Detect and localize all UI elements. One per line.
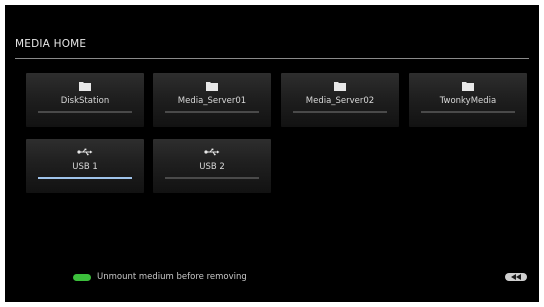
tile-twonkymedia[interactable]: TwonkyMedia bbox=[409, 73, 527, 127]
progress-bar bbox=[38, 111, 132, 113]
rewind-icon[interactable] bbox=[505, 273, 527, 281]
folder-icon bbox=[26, 80, 144, 92]
progress-bar bbox=[165, 177, 259, 179]
title-divider bbox=[15, 58, 529, 59]
folder-icon bbox=[153, 80, 271, 92]
folder-icon bbox=[409, 80, 527, 92]
usb-icon bbox=[153, 146, 271, 158]
media-home-screen: MEDIA HOME DiskStation Media_Server01 Me… bbox=[5, 5, 539, 302]
progress-bar bbox=[165, 111, 259, 113]
progress-bar bbox=[293, 111, 387, 113]
progress-bar bbox=[421, 111, 515, 113]
tile-diskstation[interactable]: DiskStation bbox=[26, 73, 144, 127]
tile-label: Media_Server02 bbox=[305, 96, 375, 106]
tile-usb-1[interactable]: USB 1 bbox=[26, 139, 144, 193]
tile-label: DiskStation bbox=[60, 96, 110, 106]
tile-label: Media_Server01 bbox=[177, 96, 247, 106]
hint-text: Unmount medium before removing bbox=[97, 272, 247, 282]
unmount-hint: Unmount medium before removing bbox=[73, 272, 247, 282]
tile-label: USB 1 bbox=[72, 162, 98, 172]
tile-media-server01[interactable]: Media_Server01 bbox=[153, 73, 271, 127]
folder-icon bbox=[281, 80, 399, 92]
usb-icon bbox=[26, 146, 144, 158]
tile-usb-2[interactable]: USB 2 bbox=[153, 139, 271, 193]
progress-bar bbox=[38, 177, 132, 179]
tile-label: USB 2 bbox=[199, 162, 225, 172]
tile-media-server02[interactable]: Media_Server02 bbox=[281, 73, 399, 127]
green-key-icon[interactable] bbox=[73, 273, 91, 281]
tile-label: TwonkyMedia bbox=[439, 96, 497, 106]
page-title: MEDIA HOME bbox=[15, 38, 87, 50]
